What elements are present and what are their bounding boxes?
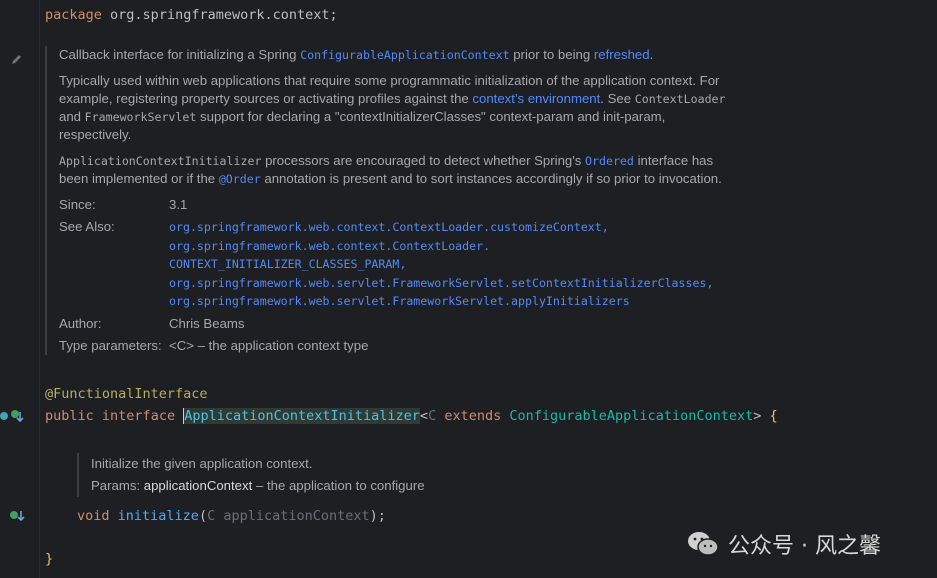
see-also-link[interactable]: org.springframework.web.context.ContextL… (169, 239, 490, 253)
javadoc-block: Callback interface for initializing a Sp… (45, 46, 739, 355)
doc-text: Callback interface for initializing a Sp… (59, 47, 301, 62)
package-name: org.springframework.context (110, 7, 330, 23)
doc-text: . See (600, 91, 635, 106)
package-keyword: package (45, 7, 102, 23)
generic-open: < (419, 408, 429, 424)
doc-link-context-environment[interactable]: context's environment (472, 91, 600, 106)
params-label: Params: (91, 478, 144, 493)
interface-keyword: interface (101, 408, 176, 424)
generic-close: > (753, 408, 762, 424)
doc-text: processors are encouraged to detect whet… (261, 153, 586, 168)
functional-interface-annotation[interactable]: @FunctionalInterface (45, 386, 208, 402)
watermark-text: 公众号 · 风之馨 (728, 534, 881, 559)
package-declaration[interactable]: package org.springframework.context; (45, 5, 338, 25)
param-name: applicationContext (143, 478, 253, 493)
interface-declaration[interactable]: public interface ApplicationContextIniti… (45, 406, 778, 426)
method-name[interactable]: initialize (118, 508, 199, 524)
watermark: 公众号 · 风之馨 (686, 528, 881, 560)
implementations-method-gutter-icon[interactable] (8, 508, 26, 524)
doc-tags: Since: 3.1 See Also: org.springframework… (59, 196, 739, 355)
author-label: Author: (59, 315, 102, 331)
param-identifier: applicationContext (223, 508, 370, 524)
doc-text: prior to being (509, 47, 594, 62)
doc-code-contextloader: ContextLoader (634, 92, 726, 106)
doc-paragraph-3: ApplicationContextInitializer processors… (59, 152, 739, 188)
doc-paragraph-2: Typically used within web applications t… (59, 72, 739, 144)
paren-open: ( (198, 508, 208, 524)
closing-brace-line[interactable]: } (45, 549, 53, 569)
doc-link-order-annotation[interactable]: @Order (219, 172, 261, 186)
doc-text: annotation is present and to sort instan… (260, 171, 722, 186)
open-brace: { (769, 408, 778, 424)
see-also-link[interactable]: org.springframework.web.servlet.Framewor… (169, 276, 713, 290)
see-also-link[interactable]: org.springframework.web.context.ContextL… (169, 220, 609, 234)
doc-link-configurable-context[interactable]: ConfigurableApplicationContext (300, 48, 509, 62)
see-also-label: See Also: (59, 219, 115, 234)
doc-code-initializer: ApplicationContextInitializer (59, 154, 262, 168)
param-desc: – the application to configure (252, 478, 425, 493)
param-type: C (207, 508, 216, 524)
annotation-line[interactable]: @FunctionalInterface (45, 384, 208, 404)
type-params-label: Type parameters: (59, 337, 162, 353)
doc-link-refreshed[interactable]: refreshed (594, 47, 650, 62)
paren-close: ); (369, 508, 386, 524)
doc-code-frameworkservlet: FrameworkServlet (84, 110, 197, 124)
edit-doc-icon[interactable] (10, 52, 24, 66)
doc-link-ordered[interactable]: Ordered (585, 154, 634, 168)
public-keyword: public (45, 408, 94, 424)
doc-text: and (59, 109, 85, 124)
method-javadoc: Initialize the given application context… (77, 453, 511, 497)
see-also-link[interactable]: org.springframework.web.servlet.Framewor… (169, 294, 630, 308)
gutter-separator (39, 0, 40, 578)
doc-text: . (649, 47, 654, 62)
closing-brace: } (45, 551, 54, 567)
method-declaration[interactable]: void initialize(C applicationContext); (77, 506, 386, 526)
extends-keyword: extends (444, 408, 502, 424)
doc-paragraph-1: Callback interface for initializing a Sp… (59, 46, 739, 64)
wechat-icon (688, 532, 719, 556)
semicolon: ; (329, 7, 338, 23)
type-params-value: <C> – the application context type (169, 337, 369, 353)
method-doc-summary: Initialize the given application context… (91, 456, 313, 471)
interface-name[interactable]: ApplicationContextInitializer (183, 408, 420, 424)
void-keyword: void (77, 508, 110, 524)
since-label: Since: (59, 197, 96, 212)
implementations-gutter-icon[interactable] (0, 408, 24, 424)
type-parameter: C (428, 408, 437, 424)
bound-type[interactable]: ConfigurableApplicationContext (509, 408, 753, 424)
author-value: Chris Beams (169, 315, 245, 331)
since-value: 3.1 (169, 197, 188, 212)
see-also-link[interactable]: CONTEXT_INITIALIZER_CLASSES_PARAM, (169, 257, 406, 271)
method-doc-params: Params: applicationContext – the applica… (91, 475, 511, 497)
editor-gutter (0, 0, 38, 578)
see-also-list: org.springframework.web.context.ContextL… (169, 218, 739, 311)
